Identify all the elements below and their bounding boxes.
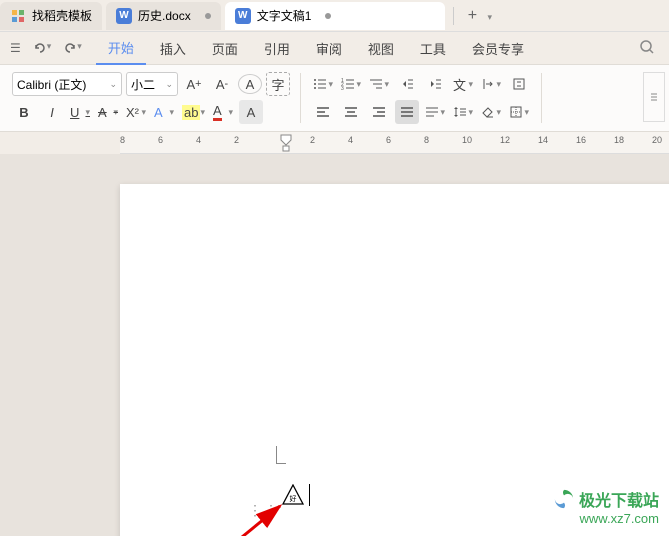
- quick-access: ☰ ▾ ▾: [6, 37, 86, 59]
- bullets-button[interactable]: ▾: [311, 72, 335, 96]
- ribbon-expand-button[interactable]: [643, 72, 665, 122]
- paragraph-group: ▾ 123▾ ▾ 文▾ ▾ ▾ ▾ ▾ ▾: [305, 72, 537, 124]
- clear-format-button[interactable]: A: [238, 74, 262, 94]
- object-anchor-icon[interactable]: ⋮⋮: [248, 502, 280, 519]
- menu-member[interactable]: 会员专享: [460, 33, 536, 64]
- word-doc-icon: W: [116, 8, 132, 24]
- align-center-button[interactable]: [339, 100, 363, 124]
- chevron-down-icon: ▾: [488, 12, 493, 22]
- justify-button[interactable]: [395, 100, 419, 124]
- font-name-select[interactable]: Calibri (正文)⌄: [12, 72, 122, 96]
- enclosed-character: 好: [282, 484, 310, 509]
- increase-indent-button[interactable]: [423, 72, 447, 96]
- align-left-button[interactable]: [311, 100, 335, 124]
- underline-button[interactable]: U▾: [68, 100, 92, 124]
- numbering-button[interactable]: 123▾: [339, 72, 363, 96]
- menu-review[interactable]: 审阅: [304, 33, 354, 64]
- decrease-font-button[interactable]: A-: [210, 72, 234, 96]
- paragraph-mark: [276, 446, 286, 464]
- template-icon: [10, 8, 26, 24]
- tab-history-doc[interactable]: W 历史.docx: [106, 2, 221, 30]
- menu-home[interactable]: 开始: [96, 32, 146, 65]
- font-size-select[interactable]: 小二⌄: [126, 72, 178, 96]
- chevron-down-icon: ⌄: [165, 79, 173, 90]
- show-marks-button[interactable]: [507, 72, 531, 96]
- toolbar-separator: [541, 73, 542, 123]
- decrease-indent-button[interactable]: [395, 72, 419, 96]
- indent-marker[interactable]: [280, 134, 292, 154]
- tab-templates[interactable]: 找稻壳模板: [0, 2, 102, 30]
- text-cursor: [309, 484, 310, 506]
- menu-view[interactable]: 视图: [356, 33, 406, 64]
- search-button[interactable]: [631, 35, 663, 62]
- menu-tabs: 开始 插入 页面 引用 审阅 视图 工具 会员专享: [96, 32, 631, 65]
- tab-separator: [453, 7, 454, 25]
- char-style-button[interactable]: 字: [266, 72, 290, 96]
- horizontal-ruler[interactable]: 8 6 4 2 2 4 6 8 10 12 14 16 18 20: [120, 132, 669, 154]
- tab-label: 文字文稿1: [257, 7, 312, 24]
- superscript-button[interactable]: X²▾: [124, 100, 148, 124]
- font-color-button[interactable]: A▾: [211, 100, 235, 124]
- highlight-button[interactable]: ab▾: [180, 100, 207, 124]
- undo-button[interactable]: ▾: [29, 37, 56, 59]
- modified-indicator: [205, 13, 211, 19]
- borders-button[interactable]: ▾: [507, 100, 531, 124]
- toolbar-separator: [300, 73, 301, 123]
- tab-new-doc[interactable]: W 文字文稿1: [225, 2, 445, 30]
- chevron-down-icon: ⌄: [109, 79, 117, 90]
- chevron-down-icon: ▾: [47, 41, 52, 55]
- strikethrough-button[interactable]: A▾: [96, 100, 120, 124]
- para-shading-button[interactable]: ▾: [479, 100, 503, 124]
- new-tab-button[interactable]: + ▾: [458, 7, 502, 25]
- menu-reference[interactable]: 引用: [252, 33, 302, 64]
- chevron-down-icon: ▾: [77, 41, 82, 55]
- text-effects-button[interactable]: A▾: [152, 100, 176, 124]
- line-spacing-button[interactable]: ▾: [451, 100, 475, 124]
- font-group: Calibri (正文)⌄ 小二⌄ A+ A- A 字 B I U▾ A▾ X²…: [6, 72, 296, 124]
- watermark: 极光下载站 www.xz7.com: [553, 487, 659, 526]
- multilevel-list-button[interactable]: ▾: [367, 72, 391, 96]
- redo-button[interactable]: ▾: [59, 37, 86, 59]
- char-shading-button[interactable]: A: [239, 100, 263, 124]
- bold-button[interactable]: B: [12, 100, 36, 124]
- tab-label: 历史.docx: [138, 7, 191, 24]
- tab-label: 找稻壳模板: [32, 7, 92, 24]
- logo-icon: [553, 488, 575, 510]
- svg-text:3: 3: [341, 86, 344, 91]
- ribbon-toolbar: Calibri (正文)⌄ 小二⌄ A+ A- A 字 B I U▾ A▾ X²…: [0, 64, 669, 132]
- menu-bar: ☰ ▾ ▾ 开始 插入 页面 引用 审阅 视图 工具 会员专享: [0, 32, 669, 64]
- phonetic-guide-button[interactable]: 文▾: [451, 72, 475, 96]
- align-right-button[interactable]: [367, 100, 391, 124]
- italic-button[interactable]: I: [40, 100, 64, 124]
- page[interactable]: [120, 184, 669, 536]
- distribute-button[interactable]: ▾: [423, 100, 447, 124]
- tab-bar: 找稻壳模板 W 历史.docx W 文字文稿1 + ▾: [0, 0, 669, 32]
- word-doc-icon: W: [235, 8, 251, 24]
- enclosed-text: 好: [290, 494, 297, 503]
- increase-font-button[interactable]: A+: [182, 72, 206, 96]
- document-area: ⋮⋮ 好 极光下载站 www.xz7.com: [0, 154, 669, 536]
- tab-settings-button[interactable]: ▾: [479, 72, 503, 96]
- menu-insert[interactable]: 插入: [148, 33, 198, 64]
- menu-tools[interactable]: 工具: [408, 33, 458, 64]
- menu-page[interactable]: 页面: [200, 33, 250, 64]
- modified-indicator: [325, 13, 331, 19]
- app-menu-button[interactable]: ☰: [6, 37, 25, 59]
